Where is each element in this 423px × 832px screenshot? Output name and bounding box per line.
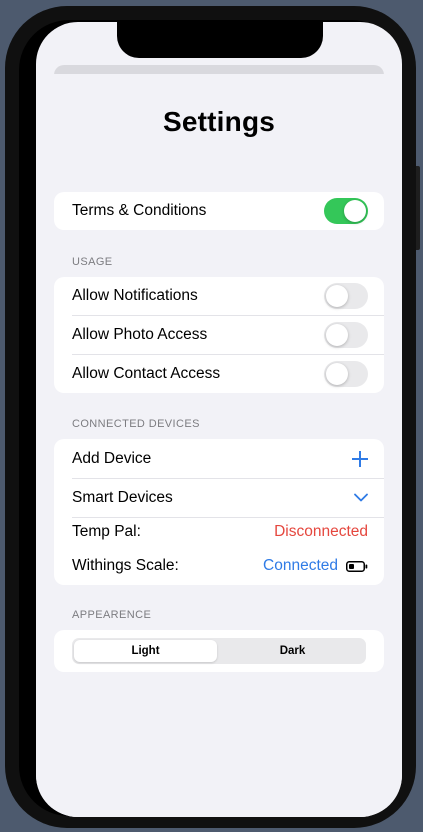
add-device-row[interactable]: Add Device — [54, 439, 384, 478]
photo-access-toggle[interactable] — [324, 321, 368, 348]
contact-access-toggle[interactable] — [324, 360, 368, 387]
simulator-background: Settings Terms & Conditions USAGE Allow … — [0, 0, 423, 832]
toggle-knob — [326, 285, 348, 307]
battery-low-icon — [346, 560, 368, 572]
device-name: Withings Scale: — [72, 557, 179, 574]
smart-devices-row[interactable]: Smart Devices — [54, 478, 384, 517]
phone-notch — [117, 22, 323, 58]
usage-label: Allow Photo Access — [72, 325, 208, 343]
segment-dark[interactable]: Dark — [221, 640, 364, 662]
device-status-connected: Connected — [263, 557, 338, 574]
usage-section-header: USAGE — [72, 256, 113, 268]
notifications-toggle[interactable] — [324, 283, 368, 309]
device-name: Temp Pal: — [72, 523, 141, 540]
terms-row: Terms & Conditions — [54, 192, 384, 230]
page-title: Settings — [162, 106, 276, 137]
terms-label: Terms & Conditions — [72, 202, 207, 219]
appearance-card: Light Dark — [54, 630, 384, 672]
smart-devices-label: Smart Devices — [72, 488, 173, 506]
terms-card: Terms & Conditions — [54, 192, 384, 230]
chevron-down-icon[interactable] — [354, 493, 368, 502]
usage-row-contacts: Allow Contact Access — [54, 354, 384, 393]
device-row-temp-pal: Temp Pal: Disconnected — [54, 517, 384, 547]
toggle-knob — [326, 323, 348, 346]
appearance-section-header: APPEARENCE — [72, 609, 152, 621]
devices-card: Add Device Smart Devices Temp Pal: Disco… — [54, 439, 384, 585]
phone-screen: Settings Terms & Conditions USAGE Allow … — [36, 22, 402, 817]
terms-toggle[interactable] — [324, 198, 368, 224]
toggle-knob — [344, 200, 366, 222]
devices-section-header: CONNECTED DEVICES — [72, 418, 200, 430]
segment-light[interactable]: Light — [74, 640, 217, 662]
add-device-label: Add Device — [72, 449, 152, 467]
usage-label: Allow Notifications — [72, 287, 198, 304]
usage-row-photo: Allow Photo Access — [54, 315, 384, 354]
usage-row-notifications: Allow Notifications — [54, 277, 384, 315]
toggle-knob — [326, 362, 348, 385]
plus-icon[interactable] — [352, 450, 368, 467]
device-status-disconnected: Disconnected — [274, 523, 368, 540]
appearance-segmented-control: Light Dark — [72, 638, 366, 664]
usage-card: Allow Notifications Allow Photo Access A… — [54, 277, 384, 393]
usage-label: Allow Contact Access — [72, 364, 221, 382]
device-row-withings: Withings Scale: Connected — [54, 547, 384, 585]
